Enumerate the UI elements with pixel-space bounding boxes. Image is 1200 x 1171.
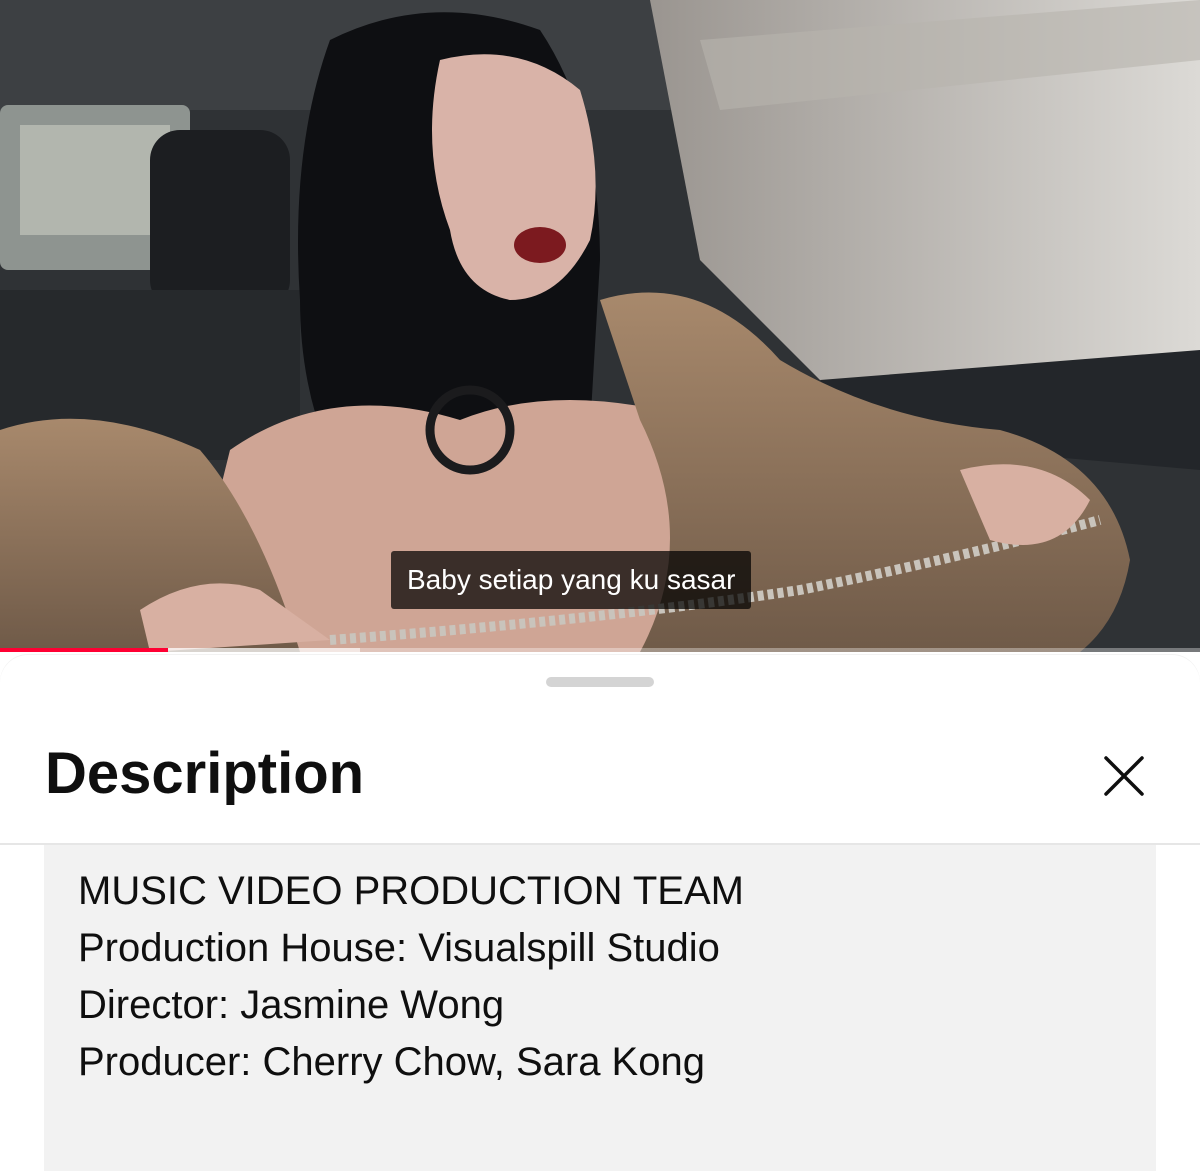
description-line: Director: Jasmine Wong	[78, 983, 505, 1027]
progress-bar[interactable]	[0, 648, 1200, 652]
description-sheet: Description MUSIC VIDEO PRODUCTION TEAM …	[0, 655, 1200, 1171]
sheet-title: Description	[45, 741, 365, 806]
progress-played	[0, 648, 168, 652]
video-player[interactable]: Baby setiap yang ku sasar	[0, 0, 1200, 652]
subtitle-caption: Baby setiap yang ku sasar	[391, 551, 752, 609]
description-line: Producer: Cherry Chow, Sara Kong	[78, 1040, 705, 1084]
description-text: MUSIC VIDEO PRODUCTION TEAM Production H…	[44, 845, 1156, 1171]
close-button[interactable]	[1094, 746, 1154, 806]
drag-handle[interactable]	[546, 677, 654, 687]
description-line: MUSIC VIDEO PRODUCTION TEAM	[78, 869, 744, 913]
close-icon	[1104, 756, 1144, 796]
description-line: Production House: Visualspill Studio	[78, 926, 720, 970]
